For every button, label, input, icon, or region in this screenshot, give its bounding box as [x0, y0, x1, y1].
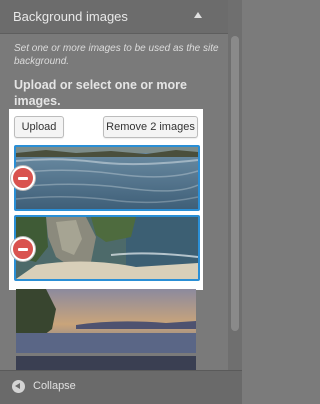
- collapse-arrow-icon[interactable]: [12, 380, 25, 393]
- section-header[interactable]: Background images: [0, 0, 228, 34]
- scrollbar-thumb[interactable]: [231, 36, 239, 331]
- section-description: Set one or more images to be used as the…: [14, 43, 219, 67]
- upload-button[interactable]: Upload: [14, 116, 64, 138]
- image-thumbnail[interactable]: [16, 289, 196, 353]
- image-picker: Upload Remove 2 images: [9, 109, 203, 290]
- customizer-panel: Background images Set one or more images…: [0, 0, 242, 404]
- remove-image-icon[interactable]: [11, 166, 35, 190]
- scrollbar[interactable]: [228, 0, 242, 370]
- seashore-image: [16, 147, 198, 209]
- section-title: Background images: [13, 9, 128, 24]
- remove-images-button[interactable]: Remove 2 images: [103, 116, 198, 138]
- selected-image-thumbnail[interactable]: [14, 145, 200, 211]
- chevron-up-icon[interactable]: [194, 12, 202, 18]
- selected-image-thumbnail[interactable]: [14, 215, 200, 281]
- collapse-label[interactable]: Collapse: [33, 380, 76, 392]
- coastline-image: [16, 289, 196, 353]
- cove-image: [16, 217, 198, 279]
- remove-image-icon[interactable]: [11, 237, 35, 261]
- section-heading: Upload or select one or more images.: [14, 78, 187, 108]
- collapse-bar[interactable]: Collapse: [0, 370, 242, 404]
- image-thumbnail[interactable]: [16, 356, 196, 370]
